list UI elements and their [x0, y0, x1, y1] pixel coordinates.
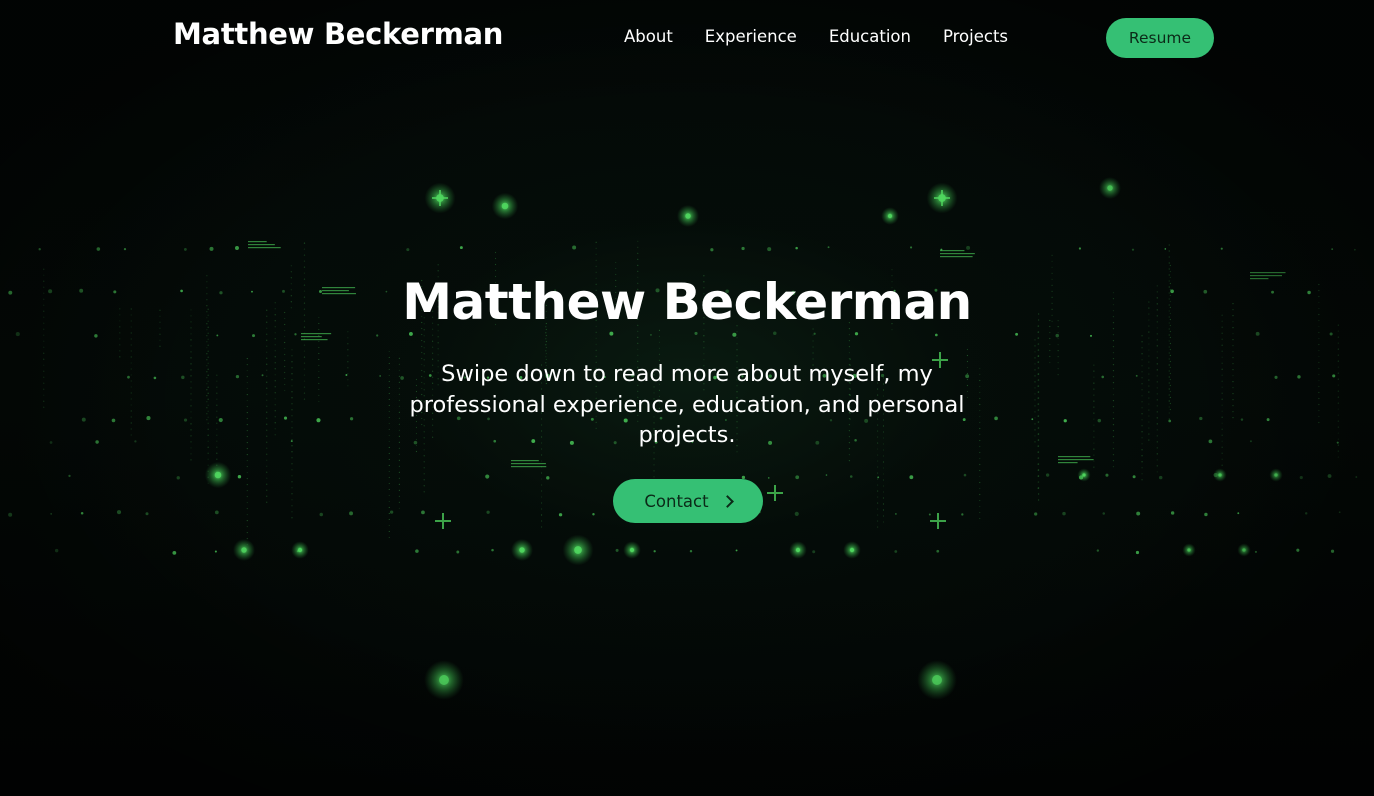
contact-button-label: Contact — [644, 491, 709, 511]
hero-title: Matthew Beckerman — [402, 273, 972, 331]
chevron-right-icon — [720, 495, 734, 508]
nav-link-about[interactable]: About — [624, 27, 673, 46]
page: Matthew Beckerman About Experience Educa… — [0, 0, 1374, 796]
brand-name[interactable]: Matthew Beckerman — [173, 17, 503, 51]
nav-link-experience[interactable]: Experience — [705, 27, 797, 46]
nav-link-education[interactable]: Education — [829, 27, 911, 46]
contact-button[interactable]: Contact — [613, 479, 763, 523]
nav-links: About Experience Education Projects — [624, 27, 1040, 46]
hero-subtitle: Swipe down to read more about myself, my… — [409, 361, 965, 448]
resume-button[interactable]: Resume — [1106, 18, 1214, 58]
nav-link-projects[interactable]: Projects — [943, 27, 1008, 46]
top-navigation: Matthew Beckerman About Experience Educa… — [0, 0, 1374, 76]
